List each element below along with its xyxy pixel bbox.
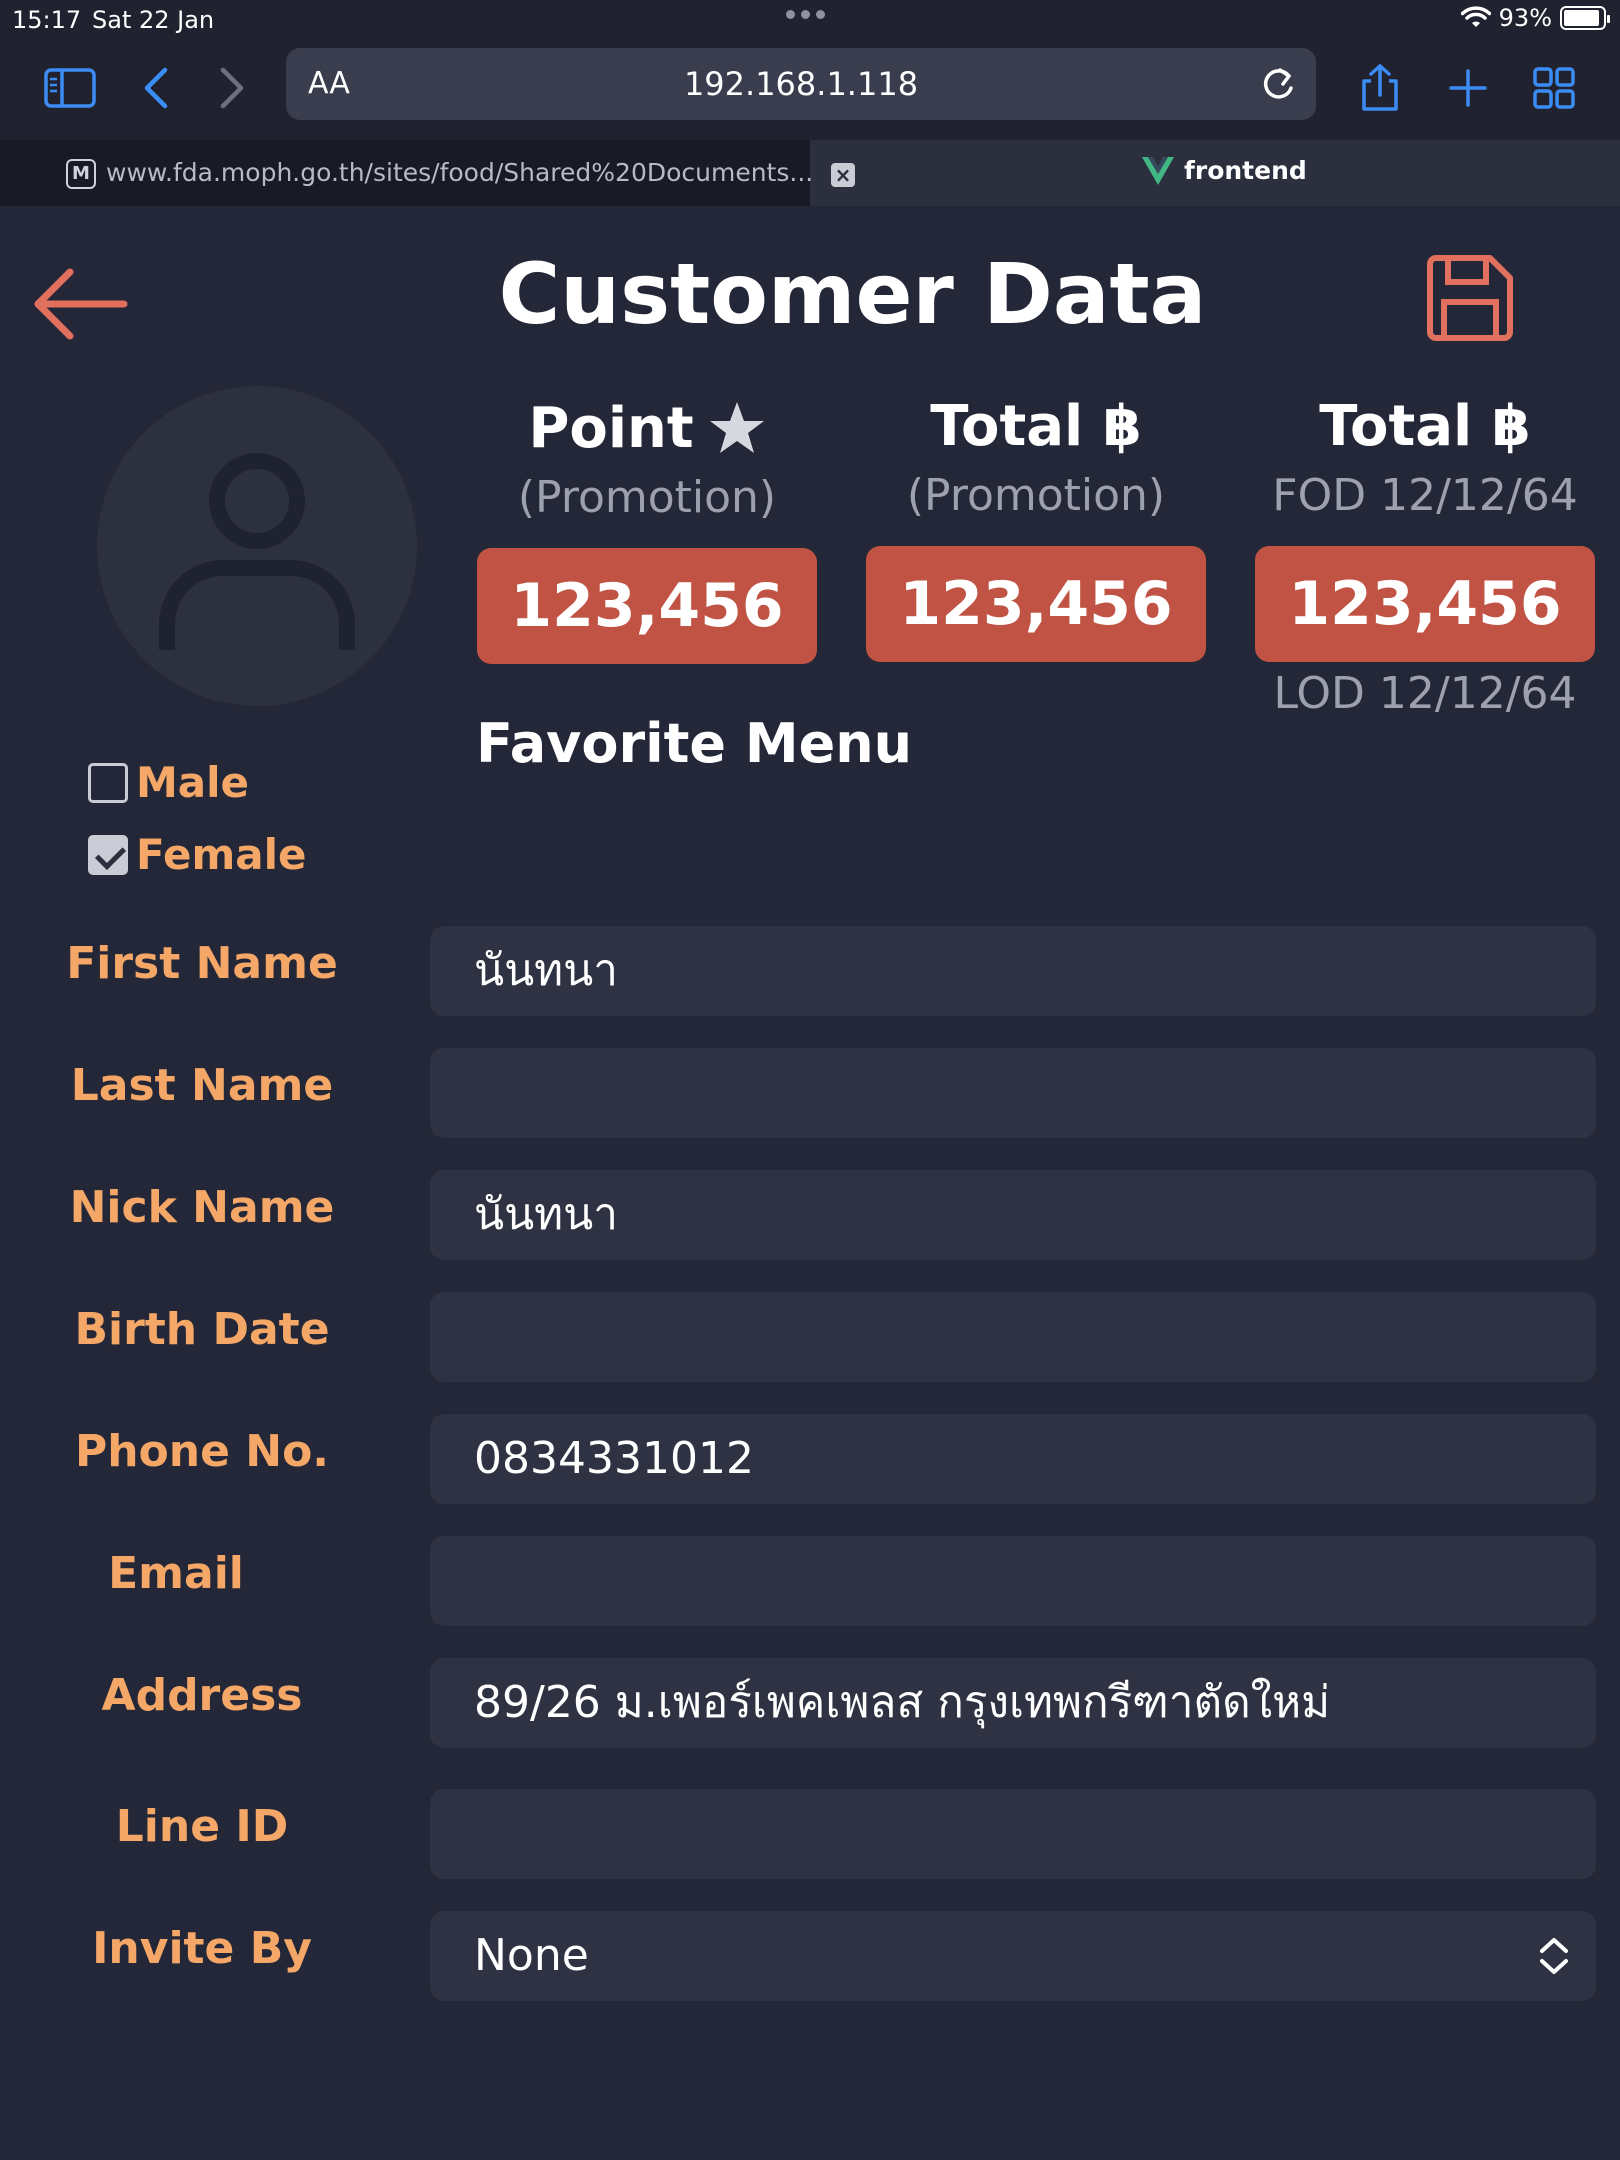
- stat-subtitle: (Promotion): [906, 470, 1166, 521]
- birth-date-label: Birth Date: [74, 1304, 330, 1355]
- chevron-up-down-icon: [1540, 1938, 1568, 1974]
- stat-value: 123,456: [1255, 546, 1595, 662]
- new-tab-icon[interactable]: [1440, 60, 1496, 116]
- last-name-label: Last Name: [70, 1060, 334, 1111]
- birth-date-field[interactable]: [430, 1292, 1596, 1382]
- status-date: Sat 22 Jan: [92, 6, 215, 34]
- stat-subtitle: (Promotion): [517, 472, 777, 523]
- stat-total-fod: Total ฿ FOD 12/12/64 123,456 LOD 12/12/6…: [1255, 386, 1595, 719]
- female-label: Female: [136, 830, 307, 879]
- tab-close-icon[interactable]: ×: [831, 163, 855, 187]
- first-name-label: First Name: [66, 938, 338, 989]
- stat-point: Point (Promotion) 123,456: [477, 388, 817, 664]
- status-time: 15:17: [12, 6, 82, 34]
- multitasking-dots-icon[interactable]: [786, 10, 825, 19]
- favorite-menu-title: Favorite Menu: [476, 712, 913, 775]
- tab-title: frontend: [1184, 156, 1307, 185]
- user-icon: [159, 453, 355, 650]
- tab-favicon: M: [66, 159, 96, 189]
- share-icon[interactable]: [1352, 60, 1408, 116]
- phone-label: Phone No.: [74, 1426, 330, 1477]
- stat-total-promotion: Total ฿ (Promotion) 123,456: [866, 386, 1206, 662]
- browser-toolbar: AA 192.168.1.118: [0, 40, 1620, 140]
- stat-subtitle: FOD 12/12/64: [1272, 470, 1578, 521]
- stat-value: 123,456: [866, 546, 1206, 662]
- phone-field[interactable]: 0834331012: [430, 1414, 1596, 1504]
- floppy-disk-icon[interactable]: [1424, 252, 1516, 344]
- line-id-field[interactable]: [430, 1789, 1596, 1879]
- stat-title: Point: [477, 388, 817, 468]
- stat-title: Total ฿: [1319, 393, 1531, 459]
- reload-icon[interactable]: [1256, 62, 1300, 106]
- address-field[interactable]: 89/26 ม.เพอร์เพคเพลส กรุงเทพกรีฑาตัดใหม่: [430, 1658, 1596, 1748]
- stat-title: Total ฿: [930, 393, 1142, 459]
- gender-male-option[interactable]: Male: [88, 758, 249, 807]
- browser-tabs: M www.fda.moph.go.th/sites/food/Shared%2…: [0, 140, 1620, 206]
- vue-logo-icon: [1142, 156, 1174, 185]
- status-indicators: 93%: [1460, 4, 1610, 32]
- male-checkbox[interactable]: [88, 762, 128, 803]
- female-checkbox[interactable]: [88, 834, 128, 875]
- stat-footer: LOD 12/12/64: [1273, 668, 1577, 719]
- nick-name-field[interactable]: นันทนา: [430, 1170, 1596, 1260]
- stat-value: 123,456: [477, 548, 817, 664]
- address-label: Address: [101, 1670, 303, 1721]
- tab-title: www.fda.moph.go.th/sites/food/Shared%20D…: [106, 158, 814, 187]
- avatar[interactable]: [97, 386, 417, 706]
- stat-title-text: Point: [528, 395, 694, 461]
- sidebar-icon[interactable]: [42, 60, 98, 116]
- tab-frontend[interactable]: frontend: [1142, 156, 1307, 185]
- status-bar: 15:17 Sat 22 Jan 93%: [0, 0, 1620, 40]
- invite-by-select[interactable]: None: [430, 1911, 1596, 2001]
- back-nav-icon[interactable]: [128, 60, 184, 116]
- gender-female-option[interactable]: Female: [88, 830, 306, 879]
- email-label: Email: [108, 1548, 244, 1599]
- forward-nav-icon[interactable]: [204, 60, 260, 116]
- invite-by-value: None: [474, 1930, 589, 1981]
- last-name-field[interactable]: [430, 1048, 1596, 1138]
- tab-fda[interactable]: M www.fda.moph.go.th/sites/food/Shared%2…: [0, 140, 814, 206]
- address-bar[interactable]: AA 192.168.1.118: [286, 48, 1316, 120]
- wifi-icon: [1460, 6, 1491, 27]
- battery-icon: [1560, 6, 1610, 30]
- star-icon: [709, 402, 764, 453]
- page-title: Customer Data: [498, 245, 1207, 343]
- line-id-label: Line ID: [115, 1801, 289, 1852]
- male-label: Male: [136, 758, 250, 807]
- nick-name-label: Nick Name: [69, 1182, 335, 1233]
- url-text[interactable]: 192.168.1.118: [286, 65, 1316, 103]
- email-field[interactable]: [430, 1536, 1596, 1626]
- battery-percentage: 93%: [1498, 4, 1552, 32]
- invite-by-label: Invite By: [92, 1923, 312, 1974]
- tab-overview-icon[interactable]: [1526, 60, 1582, 116]
- first-name-field[interactable]: นันทนา: [430, 926, 1596, 1016]
